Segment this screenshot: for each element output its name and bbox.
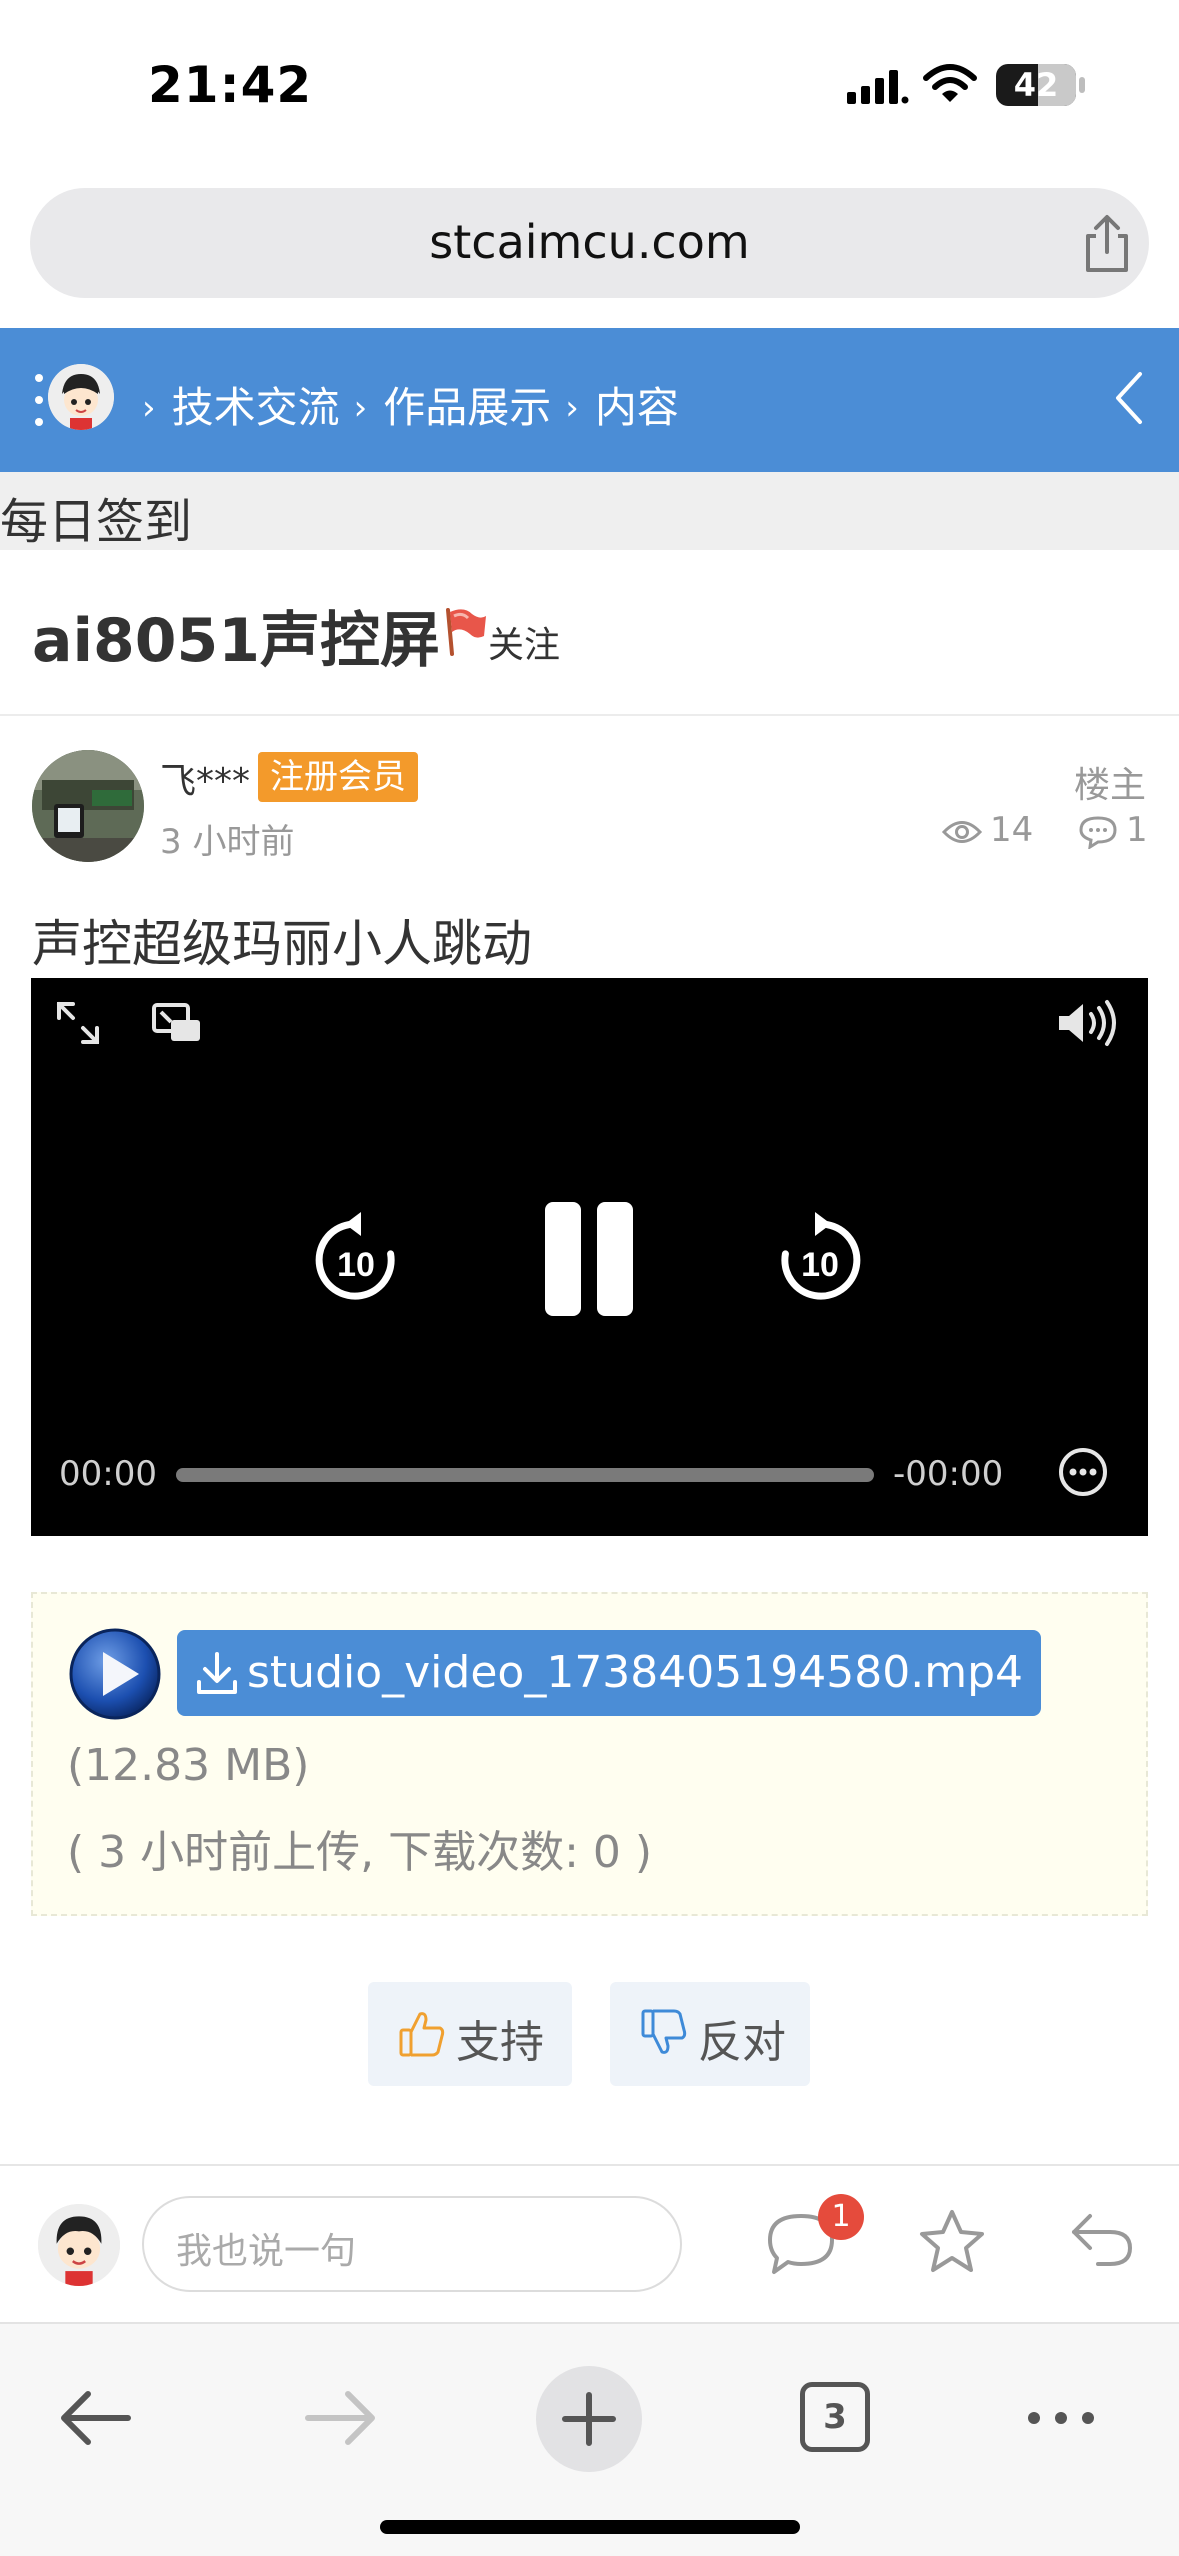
oppose-button[interactable]: 反对 (610, 1982, 810, 2086)
comment-count-value: 1 (1126, 810, 1148, 850)
skip-back-10-icon[interactable]: 10 (311, 1210, 401, 1306)
view-count-value: 14 (990, 810, 1034, 850)
follow-button[interactable]: 关注 (488, 616, 560, 668)
media-play-icon (69, 1628, 161, 1720)
thumbs-down-icon (641, 2009, 687, 2054)
support-label[interactable]: 支持 (456, 2006, 544, 2070)
member-badge: 注册会员 (258, 752, 418, 802)
share-icon[interactable] (1078, 214, 1136, 274)
fullscreen-icon[interactable] (53, 998, 103, 1048)
cartoon-avatar-icon (38, 2204, 120, 2286)
thumbs-up-icon (399, 2012, 445, 2057)
attachment-box: studio_video_1738405194580.mp4 (12.83 MB… (31, 1592, 1148, 1916)
skip-forward-label: 10 (801, 1246, 839, 1284)
star-icon[interactable] (918, 2208, 986, 2274)
attachment-filename[interactable]: studio_video_1738405194580.mp4 (247, 1647, 1023, 1698)
battery-level: 42 (1013, 66, 1059, 104)
breadcrumb-separator: › (142, 388, 156, 428)
url-text[interactable]: stcaimcu.com (30, 215, 1149, 269)
more-vertical-icon[interactable] (34, 372, 44, 428)
skip-back-label: 10 (337, 1246, 375, 1284)
post-title: ai8051声控屏 (32, 606, 441, 676)
floor-label: 楼主 (1073, 765, 1146, 806)
notification-badge: 1 (818, 2194, 864, 2240)
view-count: 14 (942, 810, 1033, 850)
reply-input[interactable]: 我也说一句 (142, 2196, 682, 2292)
comment-bubble-icon (1079, 815, 1117, 849)
pause-icon[interactable] (543, 1200, 635, 1318)
author-photo (32, 750, 144, 862)
post-time: 3 小时前 (160, 822, 295, 862)
home-indicator (380, 2520, 800, 2534)
author-avatar[interactable] (32, 750, 144, 862)
video-player[interactable]: 10 10 00:00 -00:00 (31, 978, 1148, 1536)
cartoon-avatar-icon (48, 364, 114, 430)
new-tab-button[interactable] (536, 2366, 642, 2472)
eye-icon (942, 820, 982, 843)
plus-icon (562, 2392, 616, 2446)
breadcrumb-separator: › (353, 388, 368, 428)
back-arrow-icon[interactable] (58, 2390, 132, 2446)
status-time: 21:42 (148, 56, 313, 114)
breadcrumb-item-tech[interactable]: 技术交流 (172, 383, 340, 432)
flag-icon[interactable] (442, 606, 488, 656)
reply-icon[interactable] (1070, 2212, 1134, 2268)
battery-tip (1079, 77, 1085, 93)
tabs-button[interactable]: 3 (800, 2382, 870, 2452)
breadcrumb-item-showcase[interactable]: 作品展示 (383, 383, 551, 432)
attachment-size: (12.83 MB) (67, 1740, 310, 1791)
volume-icon[interactable] (1055, 998, 1125, 1048)
daily-checkin-label[interactable]: 每日签到 (0, 482, 192, 552)
post-title-row: ai8051声控屏 关注 (0, 550, 1179, 716)
post-body-text: 声控超级玛丽小人跳动 (32, 915, 532, 973)
more-options-icon[interactable] (1057, 1446, 1109, 1498)
status-bar: 21:42 42 (0, 0, 1179, 170)
cellular-signal-icon (847, 70, 909, 104)
user-avatar[interactable] (48, 364, 114, 430)
skip-forward-10-icon[interactable]: 10 (775, 1210, 865, 1306)
chevron-left-icon[interactable] (1110, 368, 1146, 428)
support-button[interactable]: 支持 (368, 1982, 572, 2086)
address-bar[interactable]: stcaimcu.com (30, 188, 1149, 298)
daily-checkin-bar[interactable]: 每日签到 (0, 472, 1179, 550)
browser-toolbar: 3 (0, 2322, 1179, 2556)
comment-count: 1 (1078, 810, 1148, 850)
more-horizontal-icon[interactable] (1026, 2408, 1096, 2428)
breadcrumb-item-content[interactable]: 内容 (595, 383, 679, 432)
reply-bar: 我也说一句 1 (0, 2166, 1179, 2320)
oppose-label[interactable]: 反对 (698, 2006, 786, 2070)
battery-indicator: 42 (996, 64, 1076, 106)
forward-arrow-icon[interactable] (304, 2390, 378, 2446)
download-file-button[interactable]: studio_video_1738405194580.mp4 (177, 1630, 1042, 1716)
my-avatar[interactable] (38, 2204, 120, 2286)
author-name[interactable]: 飞*** (160, 752, 250, 804)
video-remaining-time: -00:00 (893, 1454, 1004, 1494)
picture-in-picture-icon[interactable] (151, 1002, 203, 1044)
video-progress-bar[interactable] (176, 1468, 874, 1482)
breadcrumb-separator: › (565, 388, 579, 428)
download-icon (197, 1652, 237, 1694)
video-elapsed-time: 00:00 (59, 1454, 157, 1494)
forum-nav-bar: › 技术交流 › 作品展示 › 内容 (0, 328, 1179, 472)
breadcrumb: › 技术交流 › 作品展示 › 内容 (128, 374, 679, 435)
attachment-meta: ( 3 小时前上传, 下载次数: 0 ) (67, 1827, 653, 1878)
wifi-icon (923, 64, 977, 102)
